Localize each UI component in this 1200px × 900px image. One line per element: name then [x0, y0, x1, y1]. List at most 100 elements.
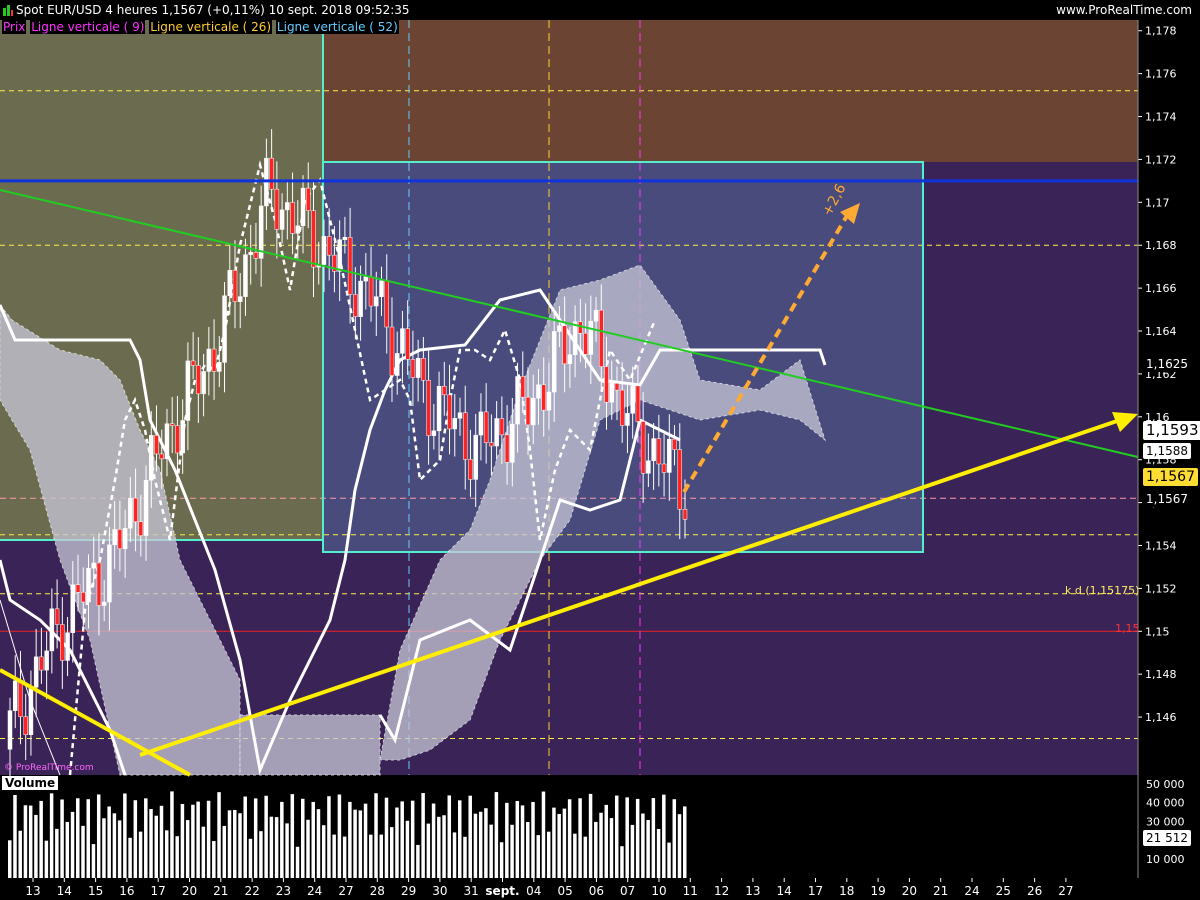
legend-item-line-9[interactable]: Ligne verticale ( 9) — [30, 20, 146, 34]
candle-body — [452, 418, 458, 430]
x-tick-label: 29 — [401, 884, 416, 898]
candle-body — [237, 296, 243, 302]
volume-bar — [280, 801, 284, 878]
volume-bar — [133, 800, 138, 878]
volume-bar — [342, 836, 347, 878]
volume-bar — [641, 813, 645, 878]
volume-bar — [573, 833, 577, 878]
volume-bar — [630, 824, 635, 878]
candle-body — [243, 254, 248, 297]
volume-bar — [164, 830, 169, 878]
legend-item-prix[interactable]: Prix — [2, 20, 27, 34]
x-tick-label: 26 — [1027, 884, 1042, 898]
x-tick-label: 15 — [88, 884, 103, 898]
volume-bar — [494, 792, 499, 878]
volume-bar — [13, 795, 17, 878]
price-tag-1567: 1,1567 — [1143, 491, 1191, 507]
candle-body — [217, 362, 222, 372]
volume-bar — [180, 803, 185, 878]
volume-bar — [170, 791, 174, 878]
volume-bar — [81, 825, 85, 878]
volume-bar — [112, 813, 117, 878]
volume-bar — [620, 846, 624, 878]
y-tick-label: 1,168 — [1145, 239, 1177, 252]
candle-body — [562, 325, 567, 365]
candle-body — [457, 412, 463, 419]
volume-tick-label: 50 000 — [1146, 778, 1185, 791]
candle-body — [232, 270, 238, 302]
volume-bar — [39, 800, 43, 878]
candle-body — [185, 360, 191, 421]
x-tick-label: 14 — [777, 884, 792, 898]
x-tick-label: 06 — [589, 884, 604, 898]
site-link[interactable]: www.ProRealTime.com — [1056, 0, 1192, 20]
candle-body — [510, 423, 515, 463]
volume-tick-label: 10 000 — [1146, 853, 1185, 866]
volume-bar — [138, 831, 143, 878]
volume-bar — [159, 805, 164, 878]
candle-body — [60, 624, 65, 661]
candle-body — [593, 309, 599, 322]
volume-bar — [384, 797, 389, 878]
watermark: © ProRealTime.com — [4, 763, 94, 773]
candle-body — [253, 252, 259, 259]
candle-body — [12, 680, 18, 711]
candle-body — [306, 187, 311, 211]
candle-body — [164, 423, 170, 460]
indicator-legend: Prix Ligne verticale ( 9) Ligne vertical… — [2, 20, 399, 35]
candle-body — [101, 601, 107, 606]
candle-body — [326, 236, 332, 256]
candle-body — [23, 716, 28, 735]
y-tick-label: 1,148 — [1145, 668, 1177, 681]
candle-body — [28, 687, 34, 735]
annotation-kd: k d (1,15175) — [1065, 584, 1140, 597]
y-tick-label: 1,15 — [1145, 625, 1170, 638]
candle-body — [337, 239, 342, 272]
volume-bar — [91, 844, 96, 878]
volume-bar — [123, 793, 127, 878]
x-tick-label: 21 — [213, 884, 228, 898]
volume-bar — [8, 840, 12, 878]
candle-body — [285, 202, 290, 211]
candle-body — [279, 209, 285, 230]
legend-item-line-26[interactable]: Ligne verticale ( 26) — [149, 20, 273, 34]
candle-body — [625, 413, 630, 426]
x-tick-label: 24 — [307, 884, 322, 898]
candle-body — [128, 497, 133, 529]
volume-bar — [274, 817, 279, 878]
candle-body — [44, 650, 49, 671]
candle-body — [321, 236, 327, 265]
candle-body — [410, 359, 416, 378]
candle-body — [39, 656, 44, 671]
candle-body — [358, 280, 363, 317]
candle-body — [520, 376, 526, 398]
volume-bar — [421, 793, 425, 878]
candle-body — [421, 357, 426, 381]
volume-current-tag: 21 512 — [1143, 830, 1191, 846]
volume-bar — [290, 794, 295, 878]
candle-body — [300, 187, 306, 227]
volume-bar — [379, 834, 384, 878]
candle-body — [599, 309, 604, 367]
volume-bar — [86, 799, 90, 878]
x-tick-label: 13 — [745, 884, 760, 898]
candle-body — [651, 438, 656, 462]
candle-body — [415, 357, 421, 378]
y-tick-label: 1,152 — [1145, 582, 1177, 595]
volume-bar — [243, 796, 247, 878]
candle-body — [342, 237, 348, 240]
volume-bar — [269, 816, 274, 878]
volume-bar — [677, 814, 682, 878]
x-tick-label: 27 — [338, 884, 353, 898]
volume-bar — [285, 823, 289, 878]
volume-bar — [646, 819, 650, 878]
volume-bar — [609, 818, 614, 878]
candle-body — [656, 438, 662, 465]
x-tick-label: 07 — [620, 884, 635, 898]
legend-item-line-52[interactable]: Ligne verticale ( 52) — [275, 20, 399, 34]
candle-body — [400, 328, 405, 354]
volume-bar — [536, 835, 540, 878]
candle-body — [661, 463, 667, 473]
candle-body — [640, 421, 646, 474]
volume-bar — [212, 841, 216, 878]
